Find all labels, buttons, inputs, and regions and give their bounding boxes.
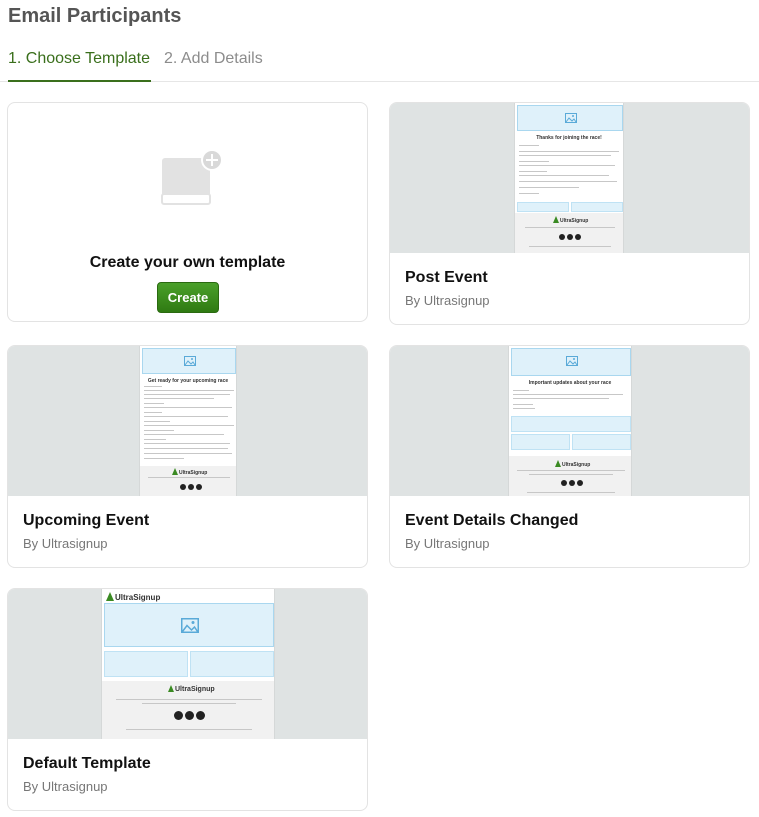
- template-name: Post Event: [405, 269, 488, 286]
- image-icon: [565, 113, 577, 123]
- template-author: By Ultrasignup: [23, 536, 108, 551]
- template-name: Event Details Changed: [405, 512, 579, 529]
- template-author: By Ultrasignup: [405, 536, 490, 551]
- template-card-upcoming-event[interactable]: Get ready for your upcoming race UltraSi…: [7, 345, 368, 568]
- image-placeholder: [511, 348, 631, 376]
- preview-logo: UltraSignup: [555, 460, 590, 468]
- template-author: By Ultrasignup: [405, 293, 490, 308]
- template-name: Upcoming Event: [23, 512, 150, 529]
- preview-heading: Important updates about your race: [528, 380, 612, 386]
- template-card-default[interactable]: UltraSignup UltraSignup Default Template…: [7, 588, 368, 811]
- template-preview: Thanks for joining the race! UltraSignup: [390, 103, 749, 253]
- image-placeholder: [104, 603, 274, 647]
- social-icons: [559, 234, 581, 240]
- preview-footer: UltraSignup: [509, 456, 631, 496]
- template-name: Default Template: [23, 755, 151, 772]
- template-card-event-details-changed[interactable]: Important updates about your race UltraS…: [389, 345, 750, 568]
- add-template-icon: [161, 150, 223, 205]
- preview-logo: UltraSignup: [168, 685, 215, 693]
- email-preview: Thanks for joining the race! UltraSignup: [514, 103, 624, 253]
- image-placeholder: [142, 348, 236, 374]
- preview-heading: Thanks for joining the race!: [536, 135, 602, 141]
- preview-footer: UltraSignup: [515, 213, 623, 253]
- template-preview: Get ready for your upcoming race UltraSi…: [8, 346, 367, 496]
- email-preview: Important updates about your race UltraS…: [508, 346, 632, 496]
- image-placeholder: [517, 105, 623, 131]
- preview-footer: UltraSignup: [102, 681, 274, 739]
- tab-add-details[interactable]: 2. Add Details: [164, 50, 263, 82]
- tab-choose-template[interactable]: 1. Choose Template: [8, 50, 152, 82]
- image-icon: [181, 618, 199, 633]
- template-card-post-event[interactable]: Thanks for joining the race! UltraSignup…: [389, 102, 750, 325]
- step-tabs: 1. Choose Template 2. Add Details: [0, 46, 759, 82]
- template-author: By Ultrasignup: [23, 779, 108, 794]
- template-preview: UltraSignup UltraSignup: [8, 589, 367, 739]
- social-icons: [174, 711, 205, 720]
- template-preview: Important updates about your race UltraS…: [390, 346, 749, 496]
- image-icon: [184, 356, 196, 366]
- create-template-card: Create your own template Create: [7, 102, 368, 322]
- preview-footer: UltraSignup: [140, 466, 236, 496]
- social-icons: [561, 480, 583, 486]
- preview-logo: UltraSignup: [553, 216, 588, 224]
- preview-logo: UltraSignup: [106, 592, 160, 602]
- preview-logo: UltraSignup: [172, 468, 207, 476]
- email-preview: UltraSignup UltraSignup: [101, 589, 275, 739]
- email-preview: Get ready for your upcoming race UltraSi…: [139, 346, 237, 496]
- image-icon: [566, 356, 578, 366]
- create-button[interactable]: Create: [157, 282, 219, 313]
- preview-heading: Get ready for your upcoming race: [147, 378, 229, 384]
- create-template-title: Create your own template: [89, 254, 286, 271]
- page-title: Email Participants: [8, 5, 182, 27]
- social-icons: [180, 484, 202, 490]
